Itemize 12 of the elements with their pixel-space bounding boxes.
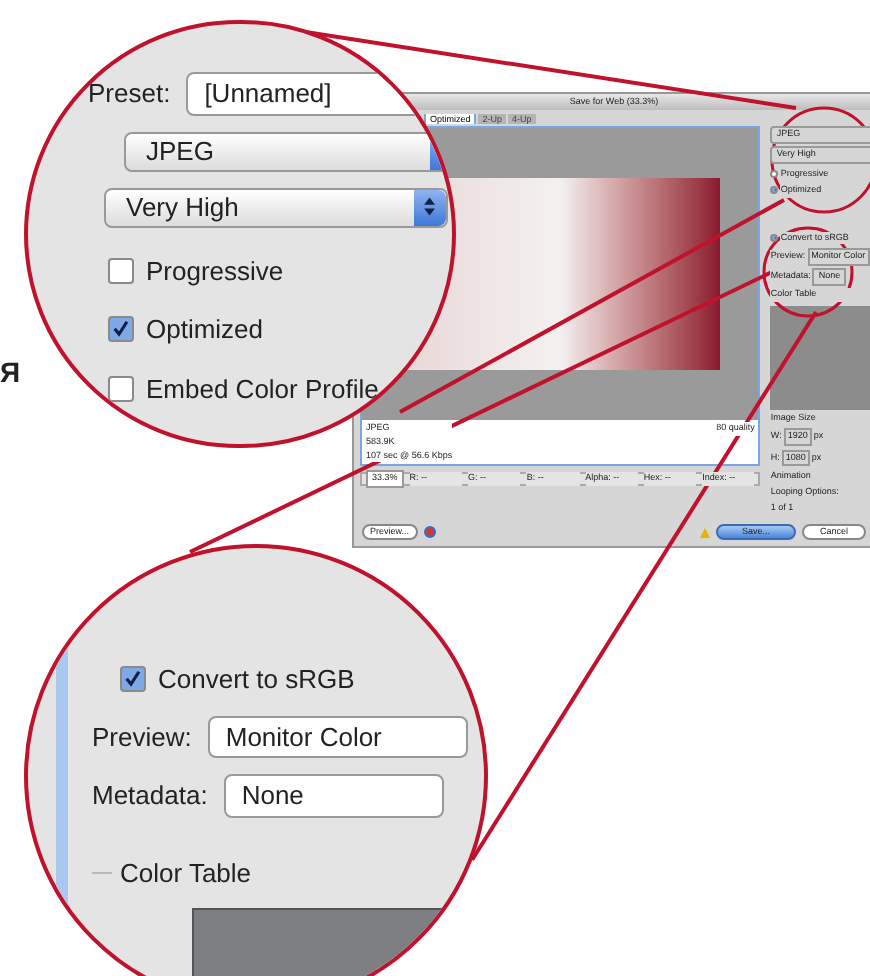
preset-label: Preset: — [88, 76, 171, 112]
quality-select[interactable]: Very High — [104, 187, 448, 227]
margin-text: Я — [0, 354, 21, 392]
option-label: Progressive — [146, 253, 284, 290]
option-label: Optimized — [146, 312, 264, 348]
metadata-label: Metadata: — [92, 778, 208, 814]
metadata-select[interactable]: None — [223, 774, 444, 817]
option-label: Embed Color Profile — [146, 371, 379, 407]
preview-label: Preview: — [92, 719, 192, 755]
group-title: Color Table — [120, 855, 252, 891]
option-label: Convert to sRGB — [158, 662, 355, 698]
preview-select[interactable]: Monitor Color — [207, 715, 468, 758]
